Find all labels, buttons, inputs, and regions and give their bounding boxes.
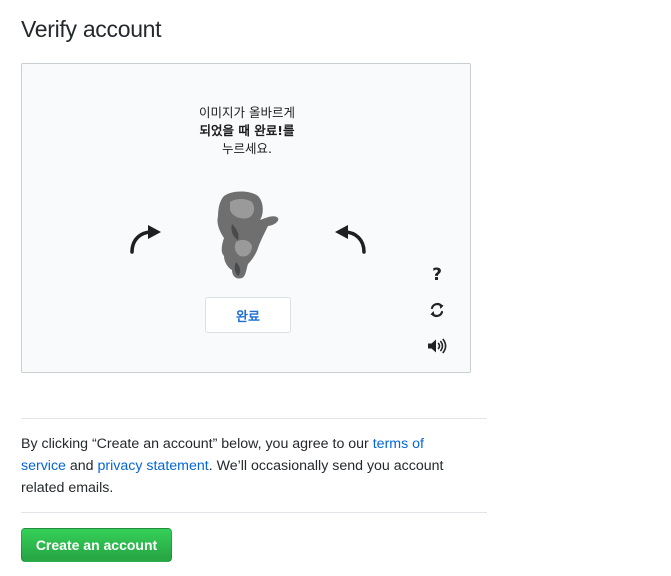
help-icon[interactable]: ?: [426, 264, 448, 286]
captcha-frame: 이미지가 올바르게 되었을 때 완료!를 누르세요. 완료 ?: [21, 63, 471, 373]
captcha-instruction: 이미지가 올바르게 되었을 때 완료!를 누르세요.: [22, 104, 472, 158]
instruction-line-3: 누르세요.: [222, 141, 272, 156]
terms-notice: By clicking “Create an account” below, y…: [21, 433, 471, 499]
rotate-left-arrow-icon[interactable]: [126, 222, 164, 256]
divider: [21, 512, 487, 513]
rotate-right-arrow-icon[interactable]: [332, 222, 370, 256]
elephant-image: [217, 191, 279, 279]
page-title: Verify account: [21, 16, 162, 42]
refresh-icon[interactable]: [426, 299, 448, 321]
create-account-button[interactable]: Create an account: [21, 528, 172, 562]
terms-prefix: By clicking “Create an account” below, y…: [21, 436, 373, 452]
audio-icon[interactable]: [426, 335, 448, 357]
divider: [21, 418, 487, 419]
instruction-line-1: 이미지가 올바르게: [199, 105, 295, 120]
terms-middle: and: [65, 458, 98, 474]
privacy-statement-link[interactable]: privacy statement: [98, 458, 209, 474]
captcha-done-button[interactable]: 완료: [205, 297, 291, 333]
instruction-line-2: 되었을 때 완료!를: [199, 123, 295, 138]
